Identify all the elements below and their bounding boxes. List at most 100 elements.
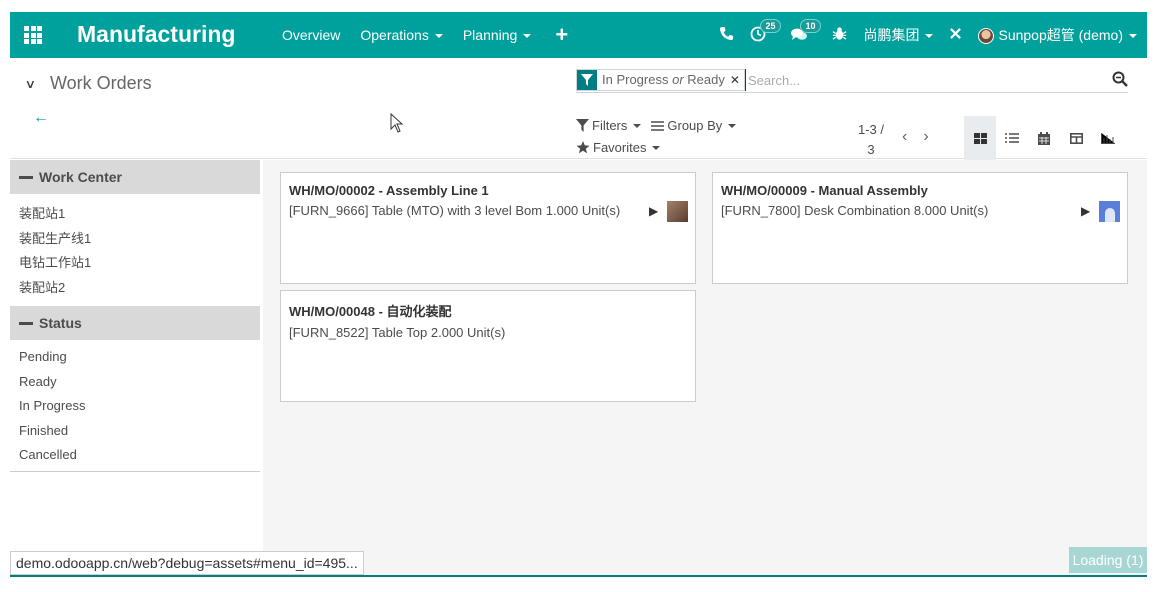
kanban-card[interactable]: WH/MO/00002 - Assembly Line 1 [FURN_9666… [280,172,696,284]
filter-facet[interactable]: In Progress or Ready ✕ [576,69,745,91]
employee-avatar[interactable] [1099,201,1120,222]
kanban-view-icon[interactable] [964,116,996,160]
activity-count-badge: 25 [760,18,781,33]
facet-value-ready: Ready [687,72,725,87]
url-status-bar: demo.odooapp.cn/web?debug=assets#menu_id… [10,551,364,575]
work-center-item[interactable]: 装配生产线1 [19,227,251,252]
list-view-icon[interactable] [996,116,1028,160]
messaging-button[interactable]: 10 [790,18,821,45]
card-description: [FURN_7800] Desk Combination 8.000 Unit(… [721,203,989,218]
bottom-accent-bar [10,575,1147,577]
caret-down-icon [652,145,661,150]
facet-value-in-progress: In Progress [602,72,669,87]
group-by-button[interactable]: Group By [651,118,737,133]
kanban-card[interactable]: WH/MO/00048 - 自动化装配 [FURN_8522] Table To… [280,290,696,402]
work-center-list: 装配站1 装配生产线1 电钻工作站1 装配站2 [10,194,260,306]
remove-facet-icon[interactable]: ✕ [730,70,744,90]
pivot-view-icon[interactable] [1060,116,1092,160]
work-center-item[interactable]: 装配站2 [19,276,251,301]
group-by-label: Group By [667,118,723,133]
work-center-item[interactable]: 装配站1 [19,202,251,227]
mouse-cursor-icon [390,113,404,133]
pager-previous-icon[interactable]: ‹ [902,128,907,146]
card-title: WH/MO/00048 - 自动化装配 [289,304,452,319]
search-options: Filters Group By [576,118,746,133]
card-description: [FURN_8522] Table Top 2.000 Unit(s) [289,325,506,340]
pager-range: 1-3 / [857,122,884,137]
search-input[interactable] [745,69,1105,91]
play-icon[interactable]: ▶ [649,204,658,218]
pager-next-icon[interactable]: › [923,128,928,146]
menu-operations[interactable]: Operations [360,27,443,43]
company-name: 尚鹏集团 [863,27,920,43]
message-count-badge: 10 [800,18,821,33]
view-switcher [964,116,1124,160]
page-title: Work Orders [50,73,152,93]
company-switcher[interactable]: 尚鹏集团 [863,25,934,45]
filter-icon [577,70,597,90]
close-icon[interactable] [949,27,962,43]
status-section-header[interactable]: Status [10,306,260,340]
phone-icon[interactable] [719,26,734,44]
filter-icon [576,119,589,132]
favorites-label: Favorites [593,140,647,155]
status-title: Status [39,315,82,331]
systray: 25 10 尚鹏集团 Sunpop超管 (demo) [719,12,1147,58]
app-window: Manufacturing Overview Operations Planni… [10,12,1147,577]
quick-create-button[interactable]: + [555,24,568,46]
caret-down-icon [1129,34,1137,39]
pager-total: 3 [867,142,875,157]
status-filter-item[interactable]: In Progress [19,394,251,419]
caret-down-icon [728,123,737,128]
back-arrow-icon[interactable]: ← [33,109,49,127]
user-avatar [978,28,995,45]
chevron-down-icon[interactable]: ∨ [25,77,36,91]
favorites-button[interactable]: Favorites [576,140,661,155]
filters-button[interactable]: Filters [576,118,642,133]
minus-icon [19,321,33,325]
pager-value[interactable]: 1-3 / 3 [856,120,886,160]
calendar-view-icon[interactable] [1028,116,1060,160]
caret-down-icon [523,34,532,39]
status-filter-item[interactable]: Ready [19,370,251,395]
debug-bug-icon[interactable] [832,26,847,44]
facet-label: In Progress or Ready [597,70,730,90]
pager-buttons: ‹ › [902,128,945,146]
caret-down-icon [434,34,443,39]
favorites-row: Favorites [576,140,670,155]
status-filter-item[interactable]: Finished [19,419,251,444]
bars-icon [651,120,665,132]
kanban-view: WH/MO/00002 - Assembly Line 1 [FURN_9666… [263,160,1147,576]
status-list: Pending Ready In Progress Finished Cancelled [10,340,260,474]
apps-menu-icon[interactable] [24,26,42,44]
main-menu: Overview Operations Planning + [282,24,588,46]
search-panel: Work Center 装配站1 装配生产线1 电钻工作站1 装配站2 Status … [10,160,260,472]
app-brand[interactable]: Manufacturing [77,21,235,48]
employee-avatar[interactable] [667,201,688,222]
menu-planning[interactable]: Planning [463,27,532,43]
status-filter-item[interactable]: Cancelled [19,443,251,468]
search-icon[interactable] [1112,71,1128,90]
work-center-title: Work Center [39,169,122,185]
play-icon[interactable]: ▶ [1081,204,1090,218]
user-menu[interactable]: Sunpop超管 (demo) [978,25,1137,45]
caret-down-icon [633,123,642,128]
star-icon [576,141,590,154]
kanban-card[interactable]: WH/MO/00009 - Manual Assembly [FURN_7800… [712,172,1128,284]
card-description: [FURN_9666] Table (MTO) with 3 level Bom… [289,203,621,218]
caret-down-icon [925,34,934,39]
card-title: WH/MO/00009 - Manual Assembly [721,183,928,198]
control-panel: ∨ Work Orders ← In Progress or Ready ✕ F… [10,58,1147,160]
facet-or: or [672,72,684,87]
status-filter-item[interactable]: Pending [19,345,251,370]
user-name: Sunpop超管 (demo) [998,27,1123,43]
activity-button[interactable]: 25 [750,18,781,45]
menu-overview[interactable]: Overview [282,27,340,43]
card-title: WH/MO/00002 - Assembly Line 1 [289,183,489,198]
graph-view-icon[interactable] [1092,116,1124,160]
loading-indicator: Loading (1) [1069,547,1147,573]
work-center-section-header[interactable]: Work Center [10,160,260,194]
minus-icon [19,175,33,179]
menu-operations-label: Operations [360,27,429,43]
work-center-item[interactable]: 电钻工作站1 [19,251,251,276]
